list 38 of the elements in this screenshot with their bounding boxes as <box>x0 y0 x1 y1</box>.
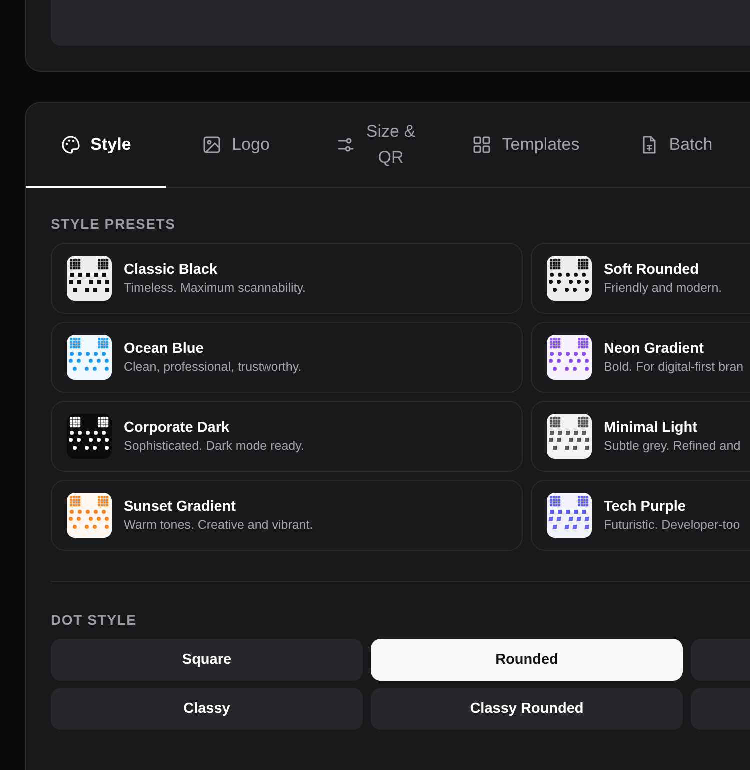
style-preset-card[interactable]: Corporate Dark Sophisticated. Dark mode ready. <box>51 401 523 472</box>
dot-style-option[interactable]: Classy Rounded <box>371 688 683 730</box>
style-preset-card[interactable]: Neon Gradient Bold. For digital-first bran <box>531 322 750 393</box>
preset-name: Neon Gradient <box>604 341 705 357</box>
style-preset-card[interactable]: Tech Purple Futuristic. Developer-too <box>531 480 750 551</box>
preset-description: Subtle grey. Refined and <box>604 439 741 453</box>
dot-style-option[interactable]: Classy <box>51 688 363 730</box>
preset-description: Timeless. Maximum scannability. <box>124 281 306 295</box>
palette-icon <box>60 134 81 154</box>
style-preset-card[interactable]: Ocean Blue Clean, professional, trustworthy. <box>51 322 523 393</box>
section-heading: STYLE PRESETS <box>51 216 177 232</box>
style-preset-card[interactable]: Sunset Gradient Warm tones. Creative and vibrant. <box>51 480 523 551</box>
preset-description: Clean, professional, trustworthy. <box>124 360 302 374</box>
grid-icon <box>472 134 492 154</box>
image-icon <box>202 134 222 154</box>
tab[interactable]: Style <box>26 103 166 188</box>
preset-name: Corporate Dark <box>124 420 231 436</box>
style-preset-card[interactable]: Minimal Light Subtle grey. Refined and <box>531 401 750 472</box>
dot-style-option[interactable]: Square <box>51 639 363 681</box>
preset-name: Tech Purple <box>604 499 687 515</box>
preset-name: Sunset Gradient <box>124 499 237 515</box>
preset-description: Warm tones. Creative and vibrant. <box>124 518 314 532</box>
tab[interactable]: Batch <box>606 103 746 188</box>
style-preset-card[interactable]: Classic Black Timeless. Maximum scannability. <box>51 243 523 314</box>
section-heading: DOT STYLE <box>51 612 138 628</box>
tab[interactable]: Size & QR <box>306 103 446 188</box>
preset-name: Classic Black <box>124 262 219 278</box>
preset-description: Futuristic. Developer-too <box>604 518 740 532</box>
preset-description: Bold. For digital-first bran <box>604 360 744 374</box>
preset-name: Soft Rounded <box>604 262 700 278</box>
preset-description: Friendly and modern. <box>604 281 722 295</box>
tab[interactable]: Logo <box>166 103 306 188</box>
dot-style-option[interactable]: Rounded <box>371 639 683 681</box>
preset-description: Sophisticated. Dark mode ready. <box>124 439 304 453</box>
tab[interactable]: Templates <box>446 103 606 188</box>
preset-name: Ocean Blue <box>124 341 205 357</box>
preset-name: Minimal Light <box>604 420 698 436</box>
style-preset-card[interactable]: Soft Rounded Friendly and modern. <box>531 243 750 314</box>
